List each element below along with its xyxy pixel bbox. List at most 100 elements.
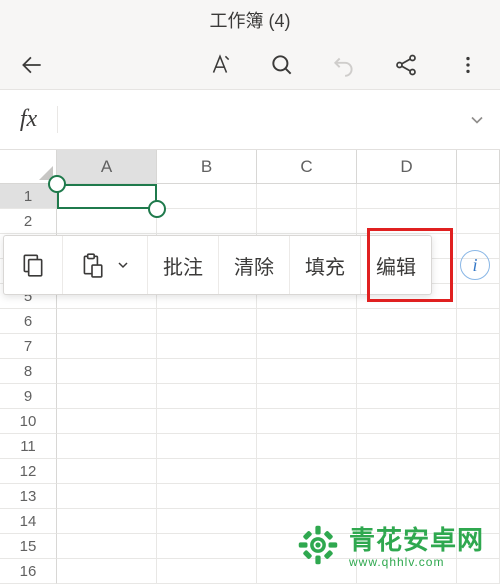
row-header[interactable]: 11 xyxy=(0,434,57,459)
fx-label: fx xyxy=(0,106,58,133)
formula-bar: fx xyxy=(0,90,500,150)
cell[interactable] xyxy=(57,359,157,384)
cell[interactable] xyxy=(57,509,157,534)
col-header-B[interactable]: B xyxy=(157,150,257,184)
cell[interactable] xyxy=(157,509,257,534)
cell[interactable] xyxy=(257,209,357,234)
share-icon[interactable] xyxy=(392,51,420,79)
cell[interactable] xyxy=(157,484,257,509)
col-header-C[interactable]: C xyxy=(257,150,357,184)
cell[interactable] xyxy=(257,384,357,409)
cell[interactable] xyxy=(157,534,257,559)
cell[interactable] xyxy=(57,459,157,484)
cell[interactable] xyxy=(57,384,157,409)
row-header[interactable]: 9 xyxy=(0,384,57,409)
cell[interactable] xyxy=(257,409,357,434)
select-all-corner[interactable] xyxy=(0,150,57,184)
cell[interactable] xyxy=(357,309,457,334)
cell[interactable] xyxy=(57,534,157,559)
row-header[interactable]: 14 xyxy=(0,509,57,534)
pen-a-icon[interactable] xyxy=(206,51,234,79)
formula-expand-button[interactable] xyxy=(454,110,500,130)
gear-icon xyxy=(297,524,339,566)
cell[interactable] xyxy=(457,409,500,434)
row-header[interactable]: 6 xyxy=(0,309,57,334)
cell[interactable] xyxy=(457,359,500,384)
cell[interactable] xyxy=(157,309,257,334)
cell[interactable] xyxy=(357,484,457,509)
cell[interactable] xyxy=(457,434,500,459)
cell[interactable] xyxy=(257,184,357,209)
row-header[interactable]: 16 xyxy=(0,559,57,584)
cell[interactable] xyxy=(457,334,500,359)
fill-button[interactable]: 填充 xyxy=(290,236,361,294)
cell[interactable] xyxy=(257,434,357,459)
cell[interactable] xyxy=(457,184,500,209)
clear-button[interactable]: 清除 xyxy=(219,236,290,294)
cell[interactable] xyxy=(157,209,257,234)
cell[interactable] xyxy=(257,334,357,359)
cell[interactable] xyxy=(57,209,157,234)
cell[interactable] xyxy=(457,284,500,309)
annotate-button[interactable]: 批注 xyxy=(148,236,219,294)
cell[interactable] xyxy=(357,184,457,209)
col-header-A[interactable]: A xyxy=(57,150,157,184)
cell[interactable] xyxy=(357,409,457,434)
cell[interactable] xyxy=(457,309,500,334)
context-toolbar: 批注 清除 填充 编辑 xyxy=(3,235,432,295)
row-header[interactable]: 10 xyxy=(0,409,57,434)
cell[interactable] xyxy=(157,359,257,384)
paste-button[interactable] xyxy=(63,236,111,294)
cell[interactable] xyxy=(157,184,257,209)
cell[interactable] xyxy=(257,309,357,334)
row-header[interactable]: 1 xyxy=(0,184,57,209)
col-header-D[interactable]: D xyxy=(357,150,457,184)
cell[interactable] xyxy=(257,484,357,509)
edit-button[interactable]: 编辑 xyxy=(361,236,431,294)
cell[interactable] xyxy=(457,484,500,509)
cell[interactable] xyxy=(57,434,157,459)
row-header[interactable]: 7 xyxy=(0,334,57,359)
row-header[interactable]: 8 xyxy=(0,359,57,384)
cell[interactable] xyxy=(57,184,157,209)
cell[interactable] xyxy=(157,434,257,459)
row-header[interactable]: 13 xyxy=(0,484,57,509)
cell[interactable] xyxy=(57,409,157,434)
workbook-title: 工作簿 (4) xyxy=(210,7,291,33)
cell[interactable] xyxy=(57,484,157,509)
title-row: 工作簿 (4) xyxy=(0,0,500,40)
row-header[interactable]: 15 xyxy=(0,534,57,559)
paste-dropdown-button[interactable] xyxy=(111,236,148,294)
toolbar xyxy=(0,40,500,90)
cell[interactable] xyxy=(157,334,257,359)
cell[interactable] xyxy=(157,559,257,584)
cell[interactable] xyxy=(57,559,157,584)
back-button[interactable] xyxy=(18,51,46,79)
cell[interactable] xyxy=(157,459,257,484)
watermark-url: www.qhhlv.com xyxy=(349,555,444,569)
cell[interactable] xyxy=(357,334,457,359)
cell[interactable] xyxy=(357,434,457,459)
watermark: 青花安卓网 www.qhhlv.com xyxy=(297,520,484,569)
copy-button[interactable] xyxy=(4,236,63,294)
cell[interactable] xyxy=(457,209,500,234)
cell[interactable] xyxy=(357,384,457,409)
info-badge[interactable]: i xyxy=(460,250,490,280)
top-bar: 工作簿 (4) xyxy=(0,0,500,90)
more-vertical-icon[interactable] xyxy=(454,51,482,79)
cell[interactable] xyxy=(157,409,257,434)
row-header[interactable]: 2 xyxy=(0,209,57,234)
undo-icon xyxy=(330,51,358,79)
cell[interactable] xyxy=(357,459,457,484)
cell[interactable] xyxy=(357,359,457,384)
cell[interactable] xyxy=(457,384,500,409)
cell[interactable] xyxy=(257,459,357,484)
cell[interactable] xyxy=(157,384,257,409)
search-icon[interactable] xyxy=(268,51,296,79)
cell[interactable] xyxy=(57,334,157,359)
cell[interactable] xyxy=(357,209,457,234)
cell[interactable] xyxy=(57,309,157,334)
cell[interactable] xyxy=(257,359,357,384)
row-header[interactable]: 12 xyxy=(0,459,57,484)
cell[interactable] xyxy=(457,459,500,484)
